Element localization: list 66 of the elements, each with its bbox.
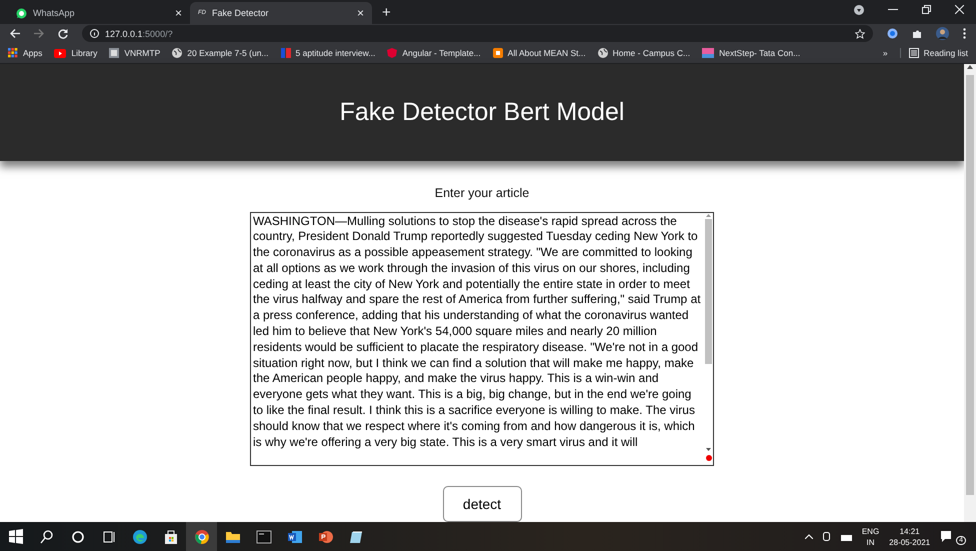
site-icon [109, 48, 120, 58]
article-prompt: Enter your article [434, 186, 530, 200]
minimize-icon[interactable] [888, 8, 898, 10]
restore-icon[interactable] [922, 5, 931, 14]
bookmark-link[interactable]: All About MEAN St... [492, 48, 586, 58]
clock-time[interactable]: 14:21 [900, 526, 920, 536]
bookmark-link[interactable]: Library [54, 48, 98, 58]
url-host: 127.0.0.1 [105, 28, 143, 38]
reading-list-button[interactable]: Reading list [900, 48, 968, 58]
detect-button[interactable]: detect [442, 486, 522, 522]
globe-icon [172, 48, 182, 58]
windows-start-icon[interactable] [8, 528, 24, 544]
close-icon[interactable] [955, 5, 964, 14]
back-arrow-icon[interactable] [10, 29, 20, 38]
terminal-icon[interactable] [256, 528, 272, 544]
blog-logo-icon [492, 48, 503, 58]
bookmark-link[interactable]: Angular - Template... [387, 48, 481, 58]
globe-icon [598, 48, 608, 58]
chevron-up-icon[interactable] [804, 534, 813, 539]
bookmark-link[interactable]: Apps [8, 48, 42, 58]
star-icon[interactable] [855, 28, 865, 38]
region-code[interactable]: IN [866, 536, 874, 548]
bookmark-link[interactable]: 20 Example 7-5 (un... [172, 48, 269, 58]
puzzle-piece-icon[interactable] [912, 28, 922, 38]
list-icon [908, 48, 919, 58]
bookmark-link[interactable]: NextStep- Tata Con... [702, 48, 800, 58]
language-code[interactable]: ENG [862, 526, 880, 536]
close-tab-button[interactable]: × [174, 6, 182, 20]
alert-dot-icon [706, 455, 712, 462]
document-app-icon[interactable] [286, 528, 302, 544]
url-path: :5000/? [142, 28, 173, 38]
profile-dropdown-icon[interactable] [854, 4, 864, 14]
site-logo-icon [280, 48, 291, 58]
browser-tab[interactable]: WhatsApp × [8, 2, 190, 24]
task-view-icon[interactable] [100, 528, 116, 544]
page-title: Fake Detector Bert Model [340, 98, 624, 127]
bookmark-link[interactable]: VNRMTP [109, 48, 160, 58]
play-logo-icon [54, 48, 66, 58]
avatar-icon[interactable] [936, 27, 949, 40]
bookmark-link[interactable]: Home - Campus C... [598, 48, 690, 58]
browser-wave-icon[interactable] [132, 528, 148, 544]
more-bookmarks-button[interactable]: » [882, 48, 888, 58]
bookmark-link[interactable]: 5 aptitude interview... [280, 48, 376, 58]
forward-arrow-icon[interactable] [34, 29, 44, 38]
article-field[interactable]: WASHINGTON—Mulling solutions to stop the disease's rapid spread across the country, President Donald Trump reportedly suggested Tuesday ceding New York to the coronavirus as a possible appeasement strategy. "We are committed to looking at all options as we work through the invasion of this virus on our shores, including ceding at least the city of New York and potentially the entire state in order to meet the virus halfway and spare the rest of America from further suffering," said Trump at a press conference, adding that his understanding of what the coronavirus wanted led him to believe that New York's 54,000 square miles and nearly 20 million residents would be sufficient to placate the respiratory disease. "We're not in a good situation right now, but I think we can find a solution that will make me happy, make the American people happy, and make the virus happy. This is a win-win and everyone gets what they want. This is a big, big change, but in the end we're going to like the final result. I think this is a sacrifice everyone is willing to make. The virus should know that we respect where it's coming from and how dangerous it is, which is why we're offering a very big state. This is a very smart virus and it will [250, 212, 714, 466]
new-tab-button[interactable]: + [382, 4, 391, 21]
scroll-down-icon[interactable] [706, 448, 711, 452]
presentation-app-icon[interactable] [318, 528, 334, 544]
chat-bubble-icon [16, 8, 27, 18]
chrome-icon[interactable] [194, 528, 210, 544]
page-scrollbar[interactable] [964, 64, 976, 522]
close-tab-button[interactable]: × [356, 6, 364, 20]
reload-icon[interactable] [58, 28, 68, 38]
extension-ring-icon[interactable] [887, 28, 898, 39]
site-logo-icon [702, 48, 714, 58]
apps-grid-icon [8, 48, 18, 58]
info-icon [90, 29, 99, 38]
circle-icon[interactable] [70, 528, 86, 544]
search-icon[interactable] [38, 528, 54, 544]
notepad-icon[interactable] [348, 528, 364, 544]
scroll-up-icon[interactable] [706, 212, 711, 216]
shield-logo-icon [387, 48, 398, 58]
more-menu-icon[interactable] [963, 28, 966, 39]
shopping-bag-icon[interactable] [162, 528, 178, 544]
clock-date[interactable]: 28-05-2021 [889, 536, 930, 548]
address-bar[interactable]: 127.0.0.1:5000/? [82, 25, 873, 42]
